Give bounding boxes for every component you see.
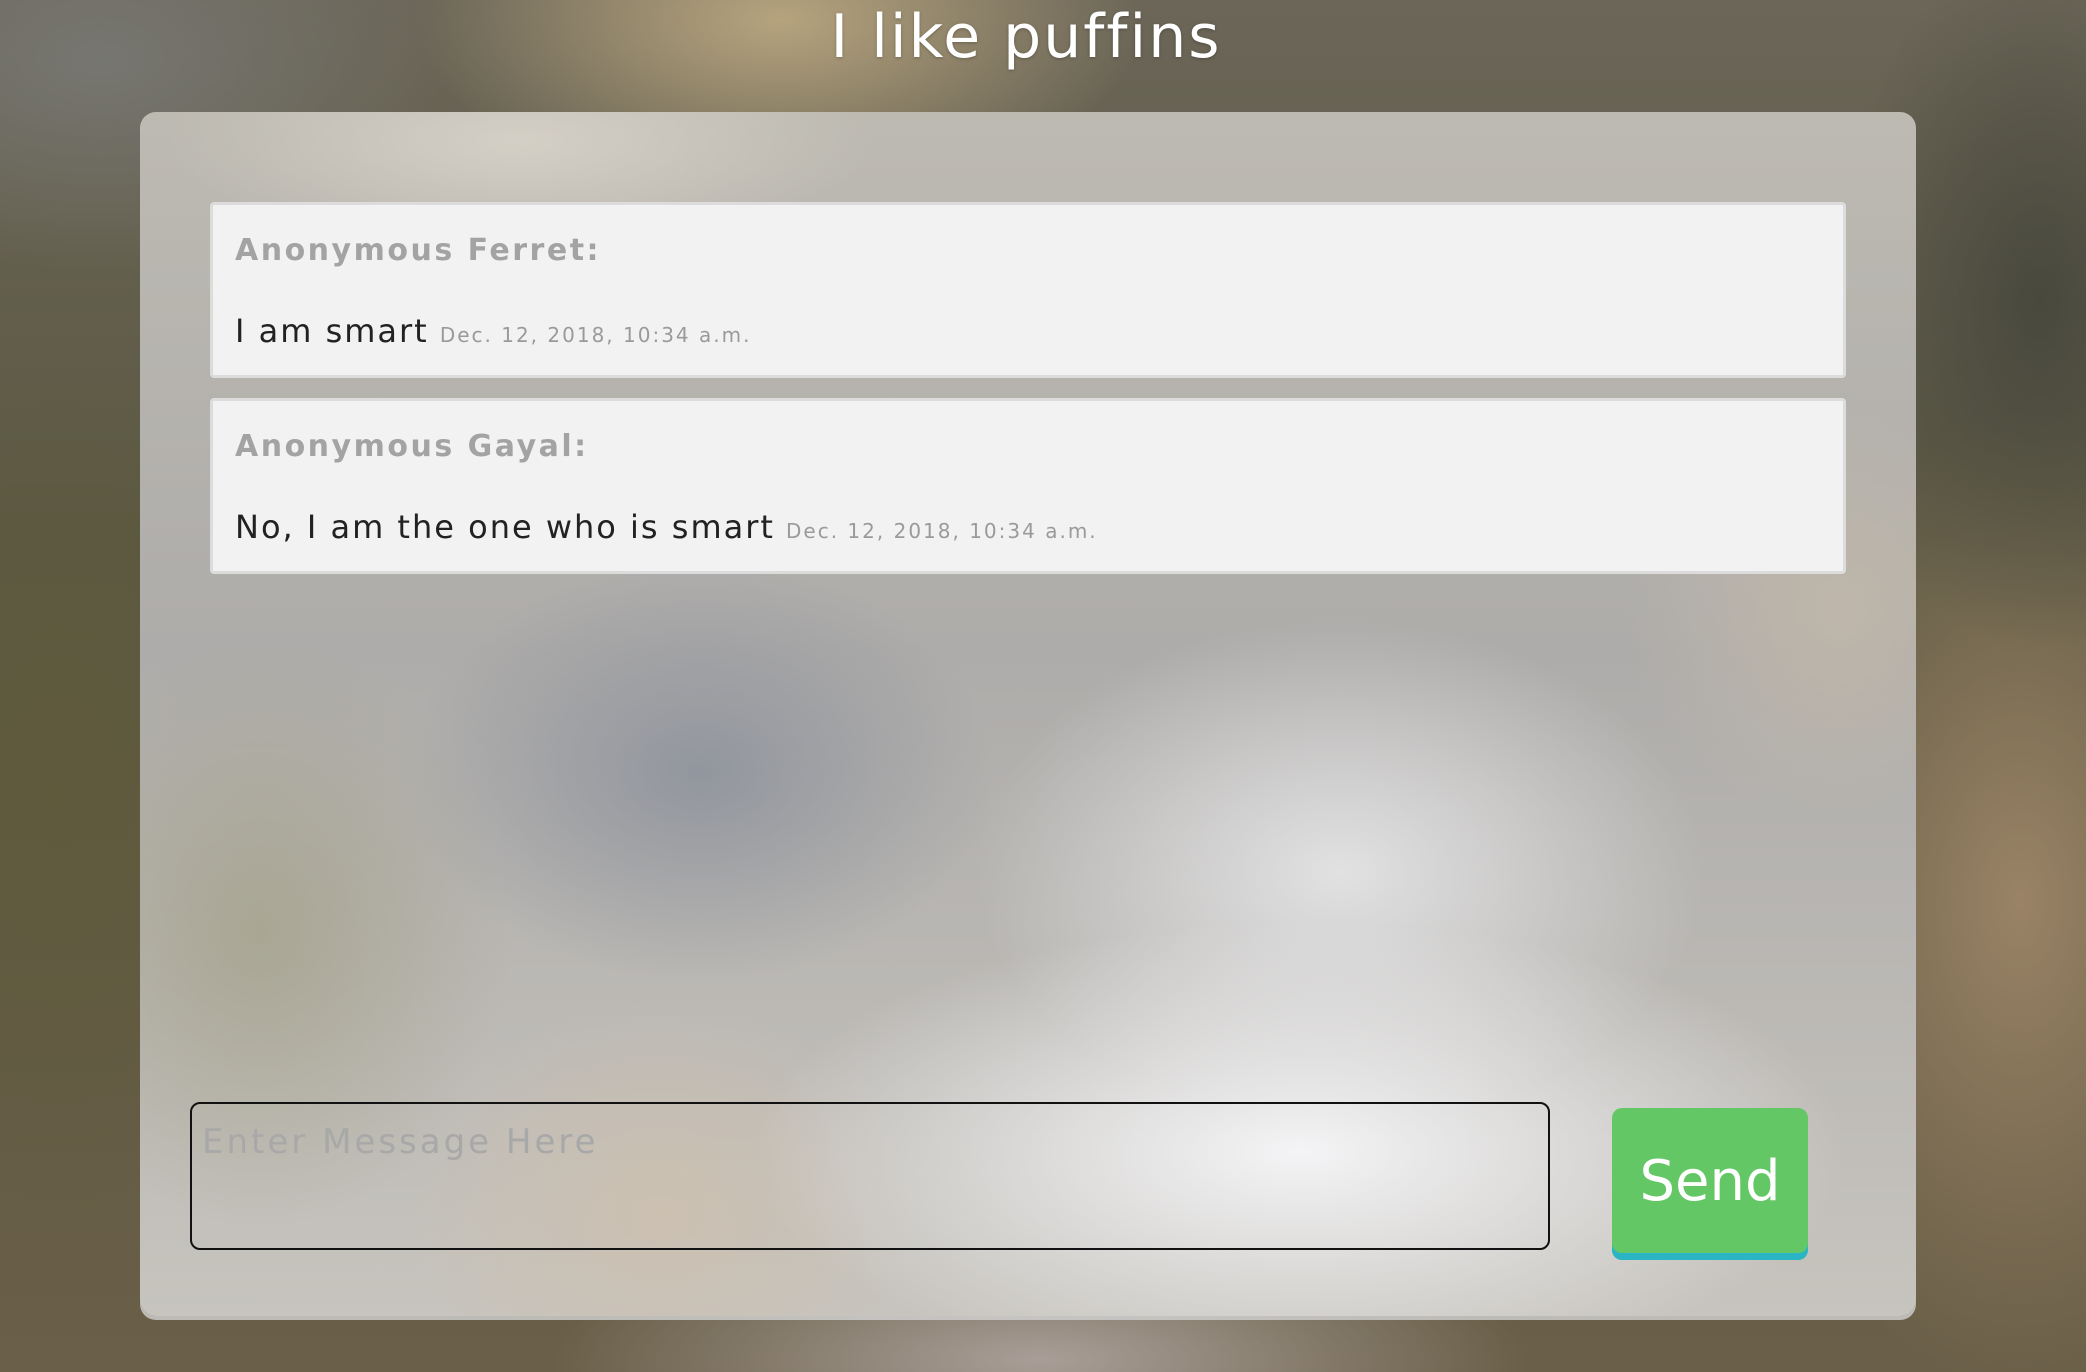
send-button[interactable]: Send bbox=[1612, 1108, 1808, 1260]
message-input[interactable] bbox=[190, 1102, 1550, 1250]
message-author: Anonymous Ferret: bbox=[235, 233, 602, 268]
message-card: Anonymous Ferret: I am smart Dec. 12, 20… bbox=[210, 202, 1846, 378]
message-body: No, I am the one who is smart Dec. 12, 2… bbox=[235, 507, 1821, 553]
message-text: I am smart bbox=[235, 312, 429, 350]
chat-panel: Anonymous Ferret: I am smart Dec. 12, 20… bbox=[140, 112, 1916, 1316]
page-title: I like puffins bbox=[830, 2, 1222, 72]
message-body: I am smart Dec. 12, 2018, 10:34 a.m. bbox=[235, 311, 1821, 357]
message-list: Anonymous Ferret: I am smart Dec. 12, 20… bbox=[210, 202, 1846, 594]
message-timestamp: Dec. 12, 2018, 10:34 a.m. bbox=[786, 519, 1098, 543]
message-author: Anonymous Gayal: bbox=[235, 429, 589, 464]
message-timestamp: Dec. 12, 2018, 10:34 a.m. bbox=[439, 323, 752, 347]
message-card: Anonymous Gayal: No, I am the one who is… bbox=[210, 398, 1846, 574]
message-text: No, I am the one who is smart bbox=[235, 508, 775, 546]
